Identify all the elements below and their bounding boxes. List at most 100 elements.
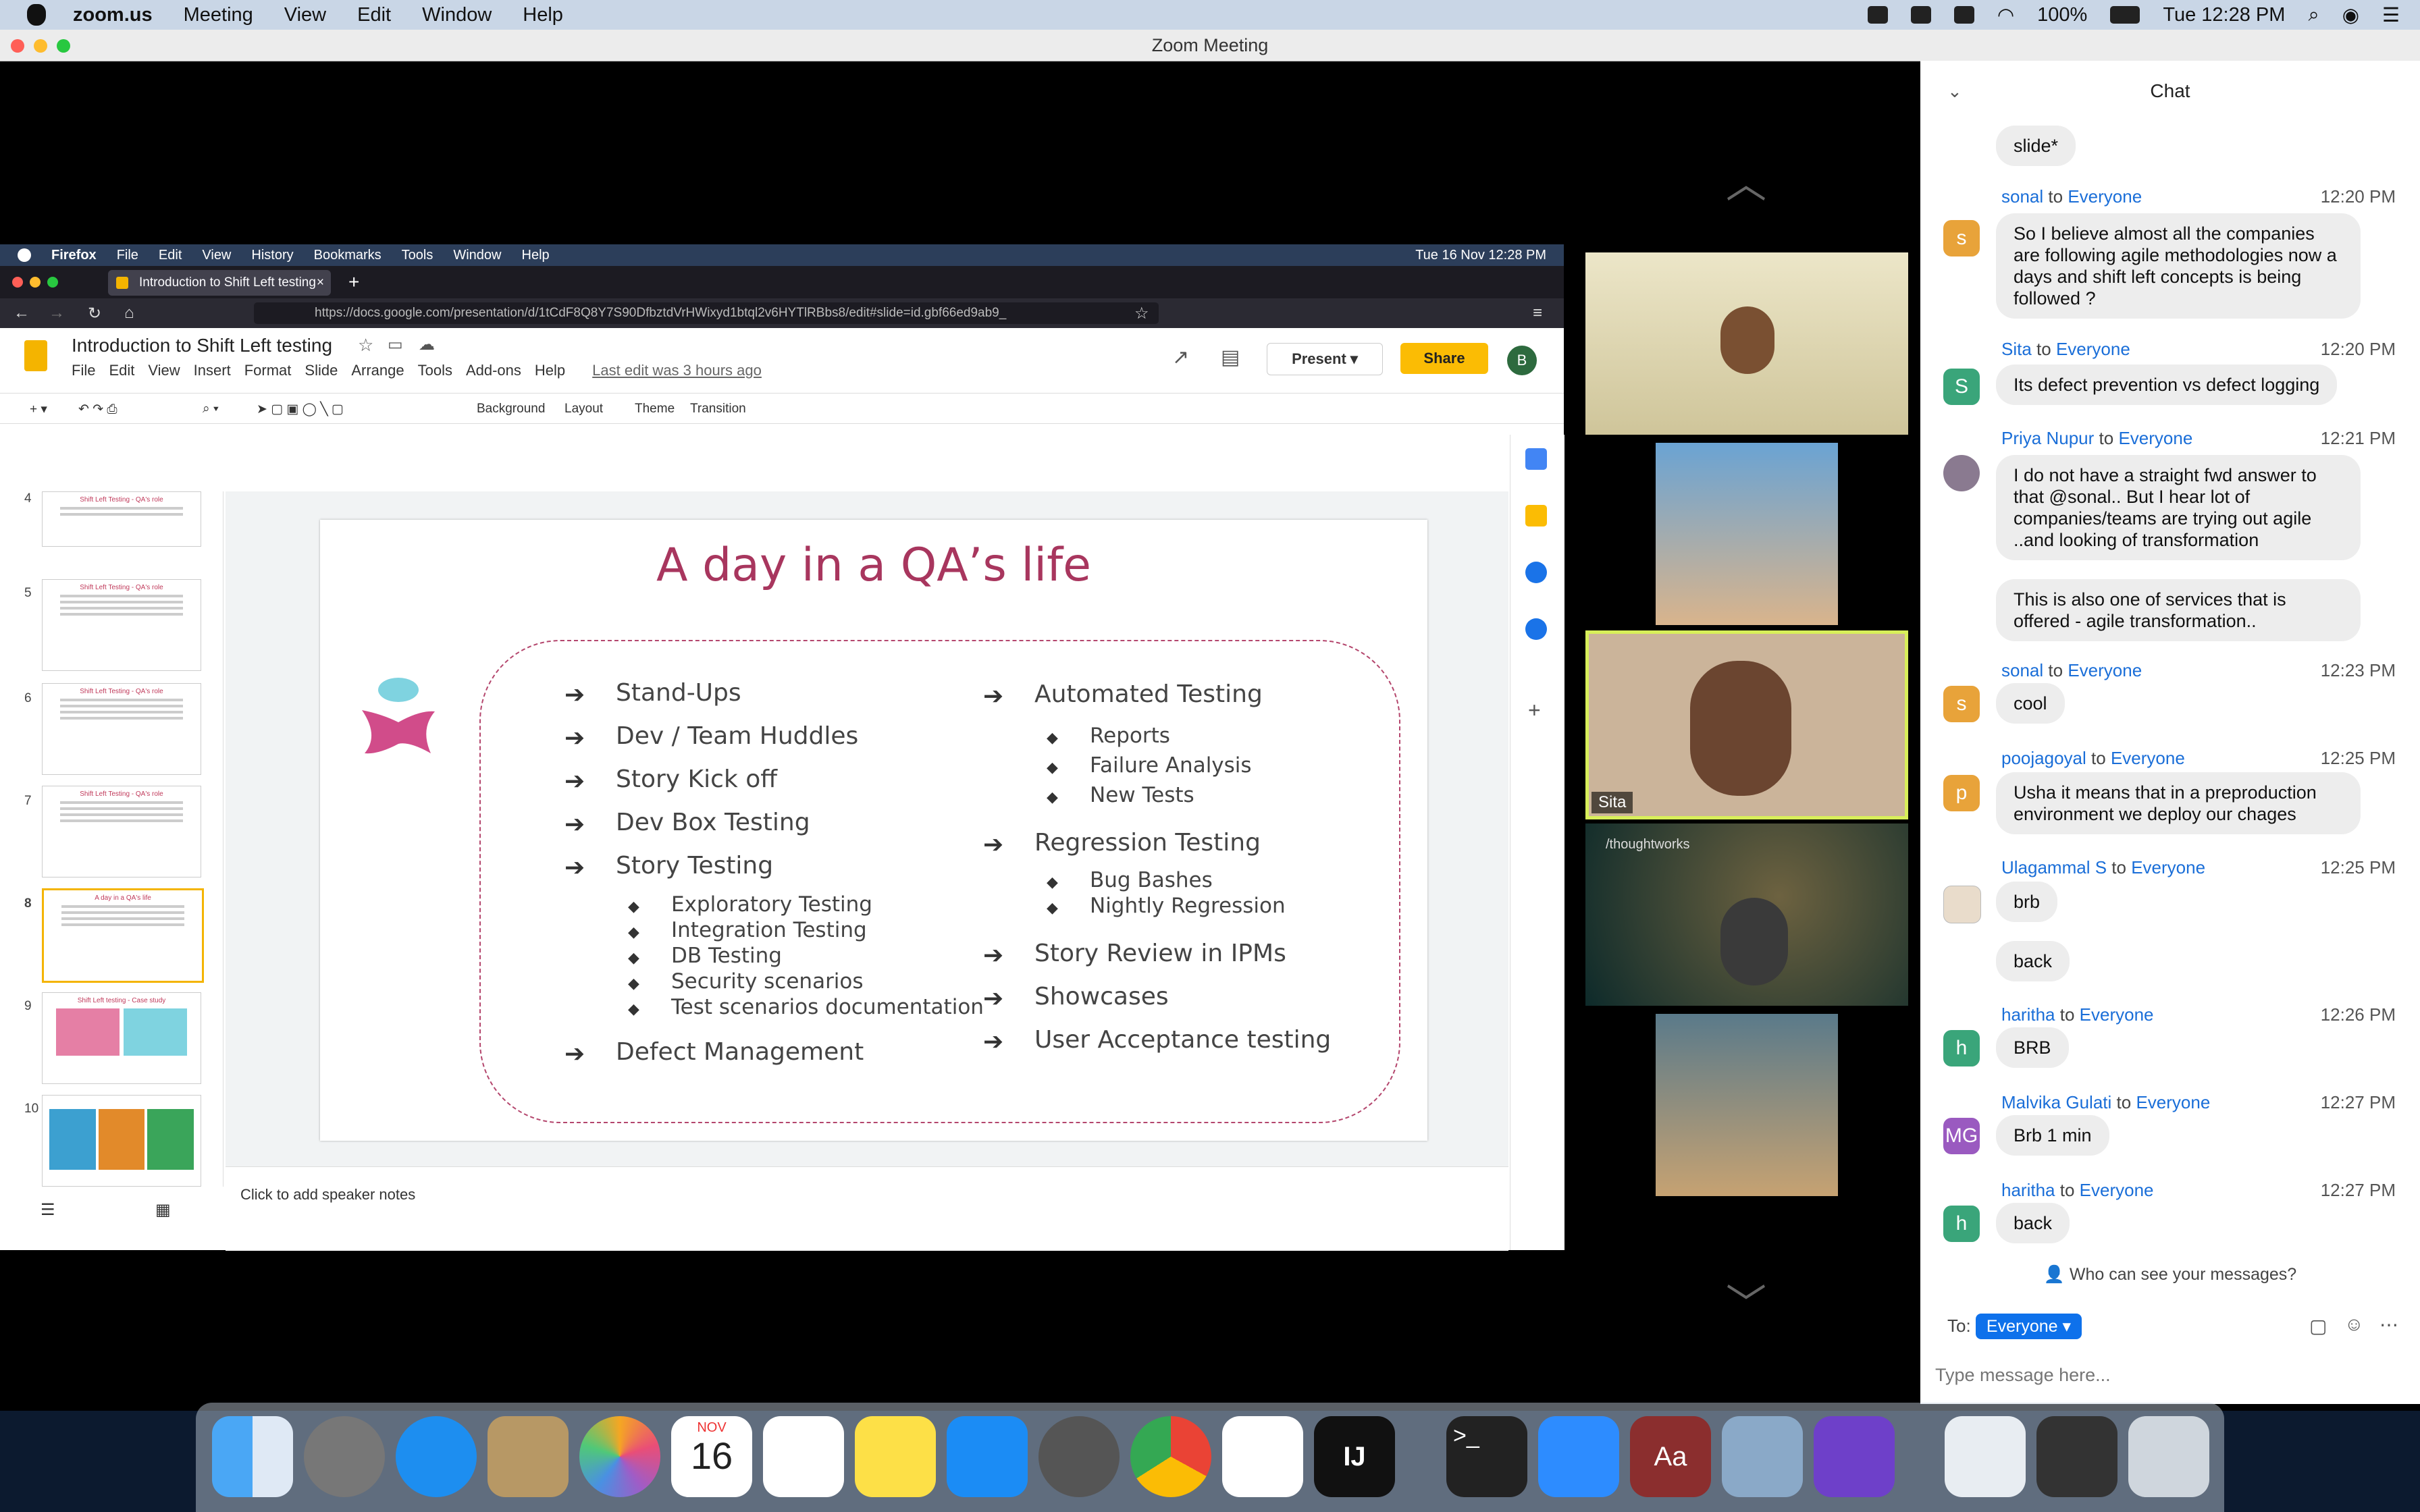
back-icon: ← [14, 304, 30, 322]
zoom-status-icon[interactable] [1867, 6, 1888, 24]
input-source-icon[interactable] [1953, 6, 1974, 24]
chat-message: Its defect prevention vs defect logging [1996, 364, 2338, 405]
chat-header: ⌄ Chat [1920, 61, 2420, 122]
preview-icon[interactable] [1722, 1416, 1803, 1497]
ff-menubar: Firefox File Edit View History Bookmarks… [0, 244, 1564, 266]
battery-percent: 100% [2037, 3, 2088, 26]
thumb-num: 9 [24, 999, 32, 1013]
notes-icon[interactable] [855, 1416, 936, 1497]
sub-bullet: Reports [1090, 724, 1170, 748]
new-slide-icon: + ▾ [30, 402, 47, 416]
calendar-icon[interactable]: NOV 16 [671, 1416, 752, 1497]
url-bar: https://docs.google.com/presentation/d/1… [254, 302, 1159, 324]
gs-menu-view: View [148, 362, 180, 379]
spotlight-icon[interactable]: ⌕ [2308, 4, 2319, 26]
ff-menu-firefox: Firefox [51, 247, 97, 263]
chat-message: This is also one of services that is off… [1996, 579, 2361, 641]
video-tile[interactable]: /thoughtworks [1585, 824, 1908, 1006]
thumb-num: 8 [24, 896, 32, 911]
arrow-icon: ➔ [564, 680, 585, 708]
bullet-item: Dev / Team Huddles [616, 722, 859, 750]
arrow-icon: ➔ [564, 724, 585, 751]
gs-menu-insert: Insert [193, 362, 231, 379]
diamond-icon: ◆ [1047, 899, 1058, 916]
battery-icon[interactable] [2110, 6, 2140, 24]
ff-menu-help: Help [521, 247, 550, 263]
launchpad-icon[interactable] [304, 1416, 385, 1497]
github-desktop-icon[interactable] [1814, 1416, 1895, 1497]
recipient-dropdown[interactable]: Everyone ▾ [1975, 1314, 2082, 1339]
skype-status-icon[interactable] [1910, 6, 1931, 24]
thumb-num: 5 [24, 586, 32, 600]
photos-icon[interactable] [579, 1416, 660, 1497]
bullet-item: Stand-Ups [616, 679, 741, 707]
to-label: To: [1947, 1316, 1971, 1336]
siri-icon[interactable]: ◉ [2342, 3, 2359, 27]
zoom-window-button[interactable] [57, 39, 70, 53]
close-window-button[interactable] [11, 39, 24, 53]
thumb-num: 10 [24, 1102, 39, 1116]
menu-window[interactable]: Window [422, 4, 492, 26]
safari-icon[interactable] [396, 1416, 477, 1497]
menu-help[interactable]: Help [523, 4, 563, 26]
control-center-icon[interactable]: ☰ [2382, 3, 2400, 27]
mail-icon[interactable] [488, 1416, 569, 1497]
file-icon[interactable]: ▢ [2309, 1315, 2327, 1337]
trash-icon[interactable] [2128, 1416, 2209, 1497]
chat-message: Usha it means that in a preproduction en… [1996, 772, 2361, 834]
sub-bullet: Failure Analysis [1090, 753, 1252, 778]
diamond-icon: ◆ [1047, 729, 1058, 746]
chat-message: I do not have a straight fwd answer to t… [1996, 455, 2361, 560]
finder-icon[interactable] [212, 1416, 293, 1497]
chat-input[interactable] [1934, 1357, 2402, 1393]
video-tile[interactable] [1585, 443, 1908, 625]
system-preferences-icon[interactable] [1038, 1416, 1120, 1497]
app-store-icon[interactable] [947, 1416, 1028, 1497]
who-can-see-link[interactable]: 👤 Who can see your messages? [1920, 1265, 2420, 1285]
apple-icon[interactable] [27, 4, 46, 26]
terminal-icon[interactable]: >_ [1446, 1416, 1527, 1497]
chevron-down-icon[interactable]: ﹀ [1726, 1272, 1766, 1330]
avatar: B [1507, 346, 1537, 375]
wifi-icon[interactable]: ◠ [1997, 3, 2014, 27]
more-icon[interactable]: ⋯ [2379, 1314, 2398, 1336]
slack-icon[interactable] [1222, 1416, 1303, 1497]
avatar: S [1943, 369, 1980, 405]
sub-bullet: Bug Bashes [1090, 868, 1213, 892]
menu-edit[interactable]: Edit [357, 4, 391, 26]
video-tile-active-speaker[interactable]: Sita [1585, 630, 1908, 819]
dictionary-icon[interactable]: Aa [1630, 1416, 1711, 1497]
slide-thumb: Shift Left testing - Case study [42, 992, 201, 1084]
chat-sender: Priya Nupur to Everyone [2001, 428, 2193, 448]
tasks-icon [1525, 562, 1547, 583]
brand-watermark: /thoughtworks [1606, 837, 1690, 852]
clock[interactable]: Tue 12:28 PM [2163, 4, 2285, 26]
emoji-icon[interactable]: ☺ [2344, 1314, 2364, 1335]
gs-menu-format: Format [244, 362, 292, 379]
ff-navbar: ← → ↻ ⌂ https://docs.google.com/presenta… [0, 298, 1564, 328]
chevron-up-icon[interactable]: ︿ [1726, 151, 1766, 210]
slides-logo-icon [24, 340, 47, 371]
screenshot-stack-icon[interactable] [2036, 1416, 2118, 1497]
menu-app[interactable]: zoom.us [73, 4, 153, 26]
zip-file-icon[interactable] [1945, 1416, 2026, 1497]
video-tile[interactable] [1585, 1014, 1908, 1196]
minimize-window-button[interactable] [34, 39, 47, 53]
intellij-icon[interactable]: IJ [1314, 1416, 1395, 1497]
bullet-item: Showcases [1034, 983, 1169, 1010]
zoom-tool-icon: ⌕ ▾ [203, 402, 219, 416]
speaker-notes-placeholder: Click to add speaker notes [240, 1186, 416, 1203]
menu-meeting[interactable]: Meeting [184, 4, 253, 26]
ff-menu-window: Window [453, 247, 502, 263]
slide-thumb: Shift Left Testing - QA's role [42, 683, 201, 775]
chevron-down-icon[interactable]: ⌄ [1947, 61, 1962, 122]
zoom-icon[interactable] [1538, 1416, 1619, 1497]
menu-view[interactable]: View [284, 4, 326, 26]
move-folder-icon: ▭ [388, 335, 403, 354]
chat-time: 12:23 PM [2320, 660, 2396, 680]
chrome-icon[interactable] [1130, 1416, 1211, 1497]
video-tile[interactable] [1585, 252, 1908, 435]
share-button: Share [1400, 343, 1488, 374]
slide-thumb-selected: A day in a QA's life [42, 888, 204, 983]
reminders-icon[interactable] [763, 1416, 844, 1497]
